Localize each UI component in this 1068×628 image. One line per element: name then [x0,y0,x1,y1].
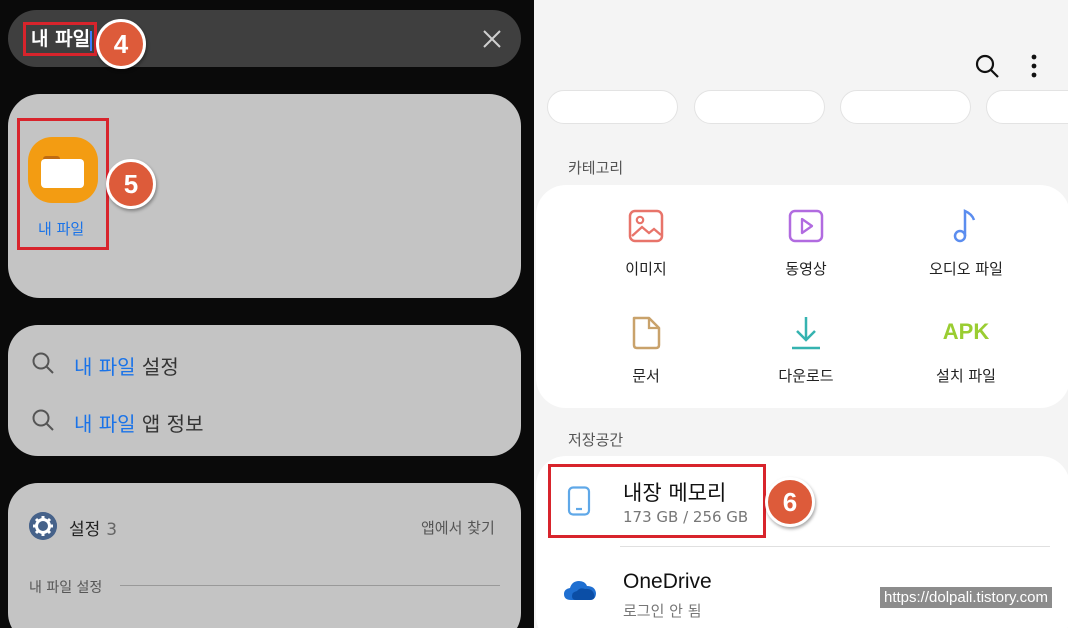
onedrive-icon [564,581,596,600]
search-panel: 내 파일 4 내 파일 5 내 파일 설정 내 파일 앱 정보 설정 3 앱에서… [0,0,534,628]
recent-item-pill[interactable] [547,90,678,124]
category-audio[interactable]: 오디오 파일 [896,208,1036,292]
category-videos[interactable]: 동영상 [736,208,876,292]
category-downloads[interactable]: 다운로드 [736,315,876,399]
search-icon [32,409,54,431]
category-label: 설치 파일 [936,367,996,385]
settings-section-label: 내 파일 설정 [29,580,103,596]
storage-divider [620,546,1050,547]
category-label: 이미지 [625,260,667,278]
suggestion-rest: 설정 [135,355,179,379]
close-icon[interactable] [480,27,504,51]
category-documents[interactable]: 문서 [576,315,716,399]
step-badge-6: 6 [765,477,815,527]
search-icon [32,352,54,374]
recent-item-pill[interactable] [840,90,971,124]
app-highlight-box [17,118,109,250]
category-heading: 카테고리 [568,159,624,177]
recent-item-pill[interactable] [694,90,825,124]
settings-result-card [8,483,521,628]
category-label: 문서 [632,367,660,385]
my-files-app: 카테고리 이미지 동영상 오디오 파일 문서 다운로드 APK 설치 파일 저장… [534,0,1068,628]
apk-icon: APK [942,319,990,344]
suggestion-rest: 앱 정보 [135,412,204,436]
section-divider [120,585,500,586]
category-images[interactable]: 이미지 [576,208,716,292]
search-icon[interactable] [974,53,1000,79]
category-label: 동영상 [785,260,827,278]
suggestion-highlight: 내 파일 [74,355,136,379]
onedrive-status: 로그인 안 됨 [623,602,702,620]
storage-heading: 저장공간 [568,431,624,449]
search-highlight-box [23,22,97,56]
category-installers[interactable]: APK 설치 파일 [896,315,1036,399]
settings-title-text: 설정 [69,520,101,540]
watermark: https://dolpali.tistory.com [880,587,1052,608]
category-label: 다운로드 [778,367,834,385]
find-in-app-link[interactable]: 앱에서 찾기 [421,517,495,538]
category-label: 오디오 파일 [929,260,1003,278]
image-icon [628,209,664,243]
audio-icon [953,209,976,243]
settings-result-title[interactable]: 설정 3 [69,515,117,540]
step-badge-5: 5 [106,159,156,209]
video-icon [788,209,824,243]
document-icon [632,316,661,350]
onedrive-item[interactable]: OneDrive [623,570,712,594]
gear-icon [29,512,57,540]
download-icon [792,317,820,350]
step-badge-4: 4 [96,19,146,69]
suggestion-highlight: 내 파일 [74,412,136,436]
settings-count: 3 [106,520,118,540]
more-vert-icon[interactable] [1021,53,1047,79]
storage-highlight-box [548,464,766,538]
recent-item-pill[interactable] [986,90,1068,124]
